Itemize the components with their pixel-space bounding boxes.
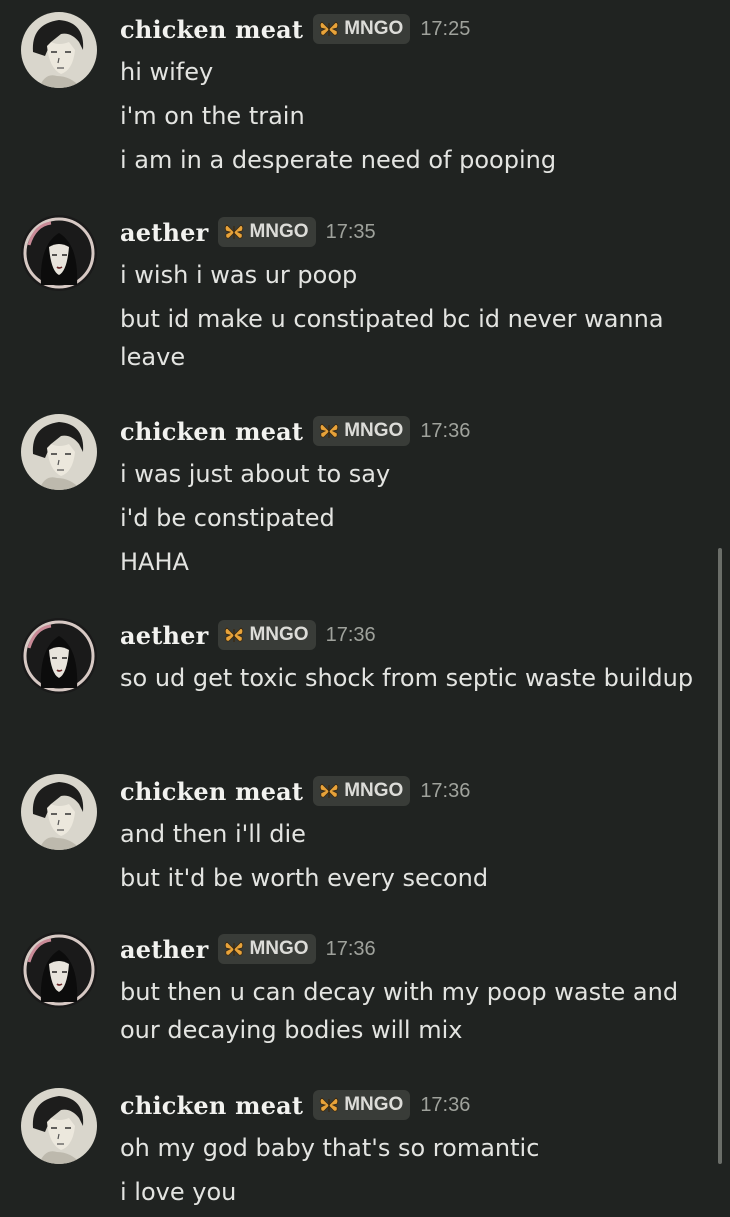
server-tag[interactable]: MNGO bbox=[313, 1090, 411, 1120]
timestamp: 17:25 bbox=[420, 17, 471, 40]
server-tag[interactable]: MNGO bbox=[218, 934, 316, 964]
avatar[interactable] bbox=[21, 215, 97, 291]
message-line[interactable]: but then u can decay with my poop waste … bbox=[120, 973, 710, 1049]
butterfly-icon bbox=[320, 783, 339, 798]
tag-label: MNGO bbox=[344, 780, 404, 801]
tag-label: MNGO bbox=[344, 18, 404, 39]
tag-label: MNGO bbox=[344, 1094, 404, 1115]
butterfly-icon bbox=[225, 627, 244, 642]
scrollbar[interactable] bbox=[718, 548, 722, 1164]
message-group: chicken meat MNGO 17:36 oh my god baby t… bbox=[0, 1088, 715, 1206]
message-lines: but then u can decay with my poop waste … bbox=[120, 973, 710, 1055]
timestamp: 17:36 bbox=[420, 1093, 471, 1116]
username[interactable]: aether bbox=[120, 218, 208, 247]
avatar[interactable] bbox=[21, 774, 97, 850]
server-tag[interactable]: MNGO bbox=[313, 776, 411, 806]
timestamp: 17:36 bbox=[325, 937, 376, 960]
server-tag[interactable]: MNGO bbox=[218, 620, 316, 650]
message-header: aether MNGO 17:36 bbox=[120, 618, 376, 652]
message-line[interactable]: so ud get toxic shock from septic waste … bbox=[120, 659, 710, 697]
username[interactable]: chicken meat bbox=[120, 15, 303, 44]
message-line[interactable]: but id make u constipated bc id never wa… bbox=[120, 300, 710, 376]
message-header: chicken meat MNGO 17:36 bbox=[120, 774, 470, 808]
tag-label: MNGO bbox=[249, 938, 309, 959]
message-group: aether MNGO 17:36 so ud get toxic shock … bbox=[0, 618, 715, 738]
server-tag[interactable]: MNGO bbox=[313, 14, 411, 44]
message-lines: hi wifey i'm on the train i am in a desp… bbox=[120, 53, 710, 185]
message-line[interactable]: i was just about to say bbox=[120, 455, 710, 493]
message-group: chicken meat MNGO 17:36 and then i'll di… bbox=[0, 774, 715, 894]
message-group: aether MNGO 17:36 but then u can decay w… bbox=[0, 932, 715, 1052]
message-lines: oh my god baby that's so romantic i love… bbox=[120, 1129, 710, 1217]
butterfly-icon bbox=[320, 423, 339, 438]
avatar[interactable] bbox=[21, 932, 97, 1008]
timestamp: 17:35 bbox=[325, 220, 376, 243]
timestamp: 17:36 bbox=[325, 623, 376, 646]
message-lines: i wish i was ur poop but id make u const… bbox=[120, 256, 710, 382]
message-lines: so ud get toxic shock from septic waste … bbox=[120, 659, 710, 703]
message-line[interactable]: and then i'll die bbox=[120, 815, 710, 853]
avatar[interactable] bbox=[21, 1088, 97, 1164]
butterfly-icon bbox=[225, 224, 244, 239]
username[interactable]: chicken meat bbox=[120, 777, 303, 806]
message-lines: i was just about to say i'd be constipat… bbox=[120, 455, 710, 587]
message-line[interactable]: HAHA bbox=[120, 543, 710, 581]
username[interactable]: chicken meat bbox=[120, 1091, 303, 1120]
message-lines: and then i'll die but it'd be worth ever… bbox=[120, 815, 710, 903]
chat-log: chicken meat MNGO 17:25 hi wifey i'm on … bbox=[0, 0, 730, 1206]
avatar[interactable] bbox=[21, 12, 97, 88]
tag-label: MNGO bbox=[344, 420, 404, 441]
message-group: chicken meat MNGO 17:36 i was just about… bbox=[0, 414, 715, 584]
avatar[interactable] bbox=[21, 618, 97, 694]
message-group: aether MNGO 17:35 i wish i was ur poop b… bbox=[0, 215, 715, 375]
message-line[interactable]: i'd be constipated bbox=[120, 499, 710, 537]
message-header: chicken meat MNGO 17:25 bbox=[120, 12, 470, 46]
message-line[interactable]: i am in a desperate need of pooping bbox=[120, 141, 710, 179]
tag-label: MNGO bbox=[249, 624, 309, 645]
message-line[interactable]: i wish i was ur poop bbox=[120, 256, 710, 294]
message-header: aether MNGO 17:35 bbox=[120, 215, 376, 249]
server-tag[interactable]: MNGO bbox=[218, 217, 316, 247]
message-header: aether MNGO 17:36 bbox=[120, 932, 376, 966]
message-line[interactable]: i'm on the train bbox=[120, 97, 710, 135]
timestamp: 17:36 bbox=[420, 779, 471, 802]
message-line[interactable]: hi wifey bbox=[120, 53, 710, 91]
message-header: chicken meat MNGO 17:36 bbox=[120, 414, 470, 448]
butterfly-icon bbox=[320, 1097, 339, 1112]
tag-label: MNGO bbox=[249, 221, 309, 242]
butterfly-icon bbox=[225, 941, 244, 956]
username[interactable]: aether bbox=[120, 935, 208, 964]
avatar[interactable] bbox=[21, 414, 97, 490]
username[interactable]: chicken meat bbox=[120, 417, 303, 446]
username[interactable]: aether bbox=[120, 621, 208, 650]
timestamp: 17:36 bbox=[420, 419, 471, 442]
message-line[interactable]: but it'd be worth every second bbox=[120, 859, 710, 897]
message-line[interactable]: oh my god baby that's so romantic bbox=[120, 1129, 710, 1167]
message-header: chicken meat MNGO 17:36 bbox=[120, 1088, 470, 1122]
server-tag[interactable]: MNGO bbox=[313, 416, 411, 446]
message-line[interactable]: i love you bbox=[120, 1173, 710, 1211]
butterfly-icon bbox=[320, 21, 339, 36]
message-group: chicken meat MNGO 17:25 hi wifey i'm on … bbox=[0, 12, 715, 182]
